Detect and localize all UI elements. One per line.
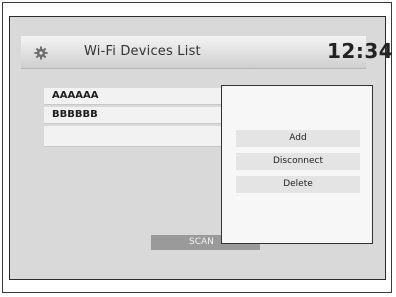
title-bar: Wi-Fi Devices List 12:34 xyxy=(21,36,393,69)
device-row-2[interactable]: BBBBBB xyxy=(44,107,229,124)
add-menu-item[interactable]: Add xyxy=(236,130,360,147)
device-row-3[interactable] xyxy=(44,126,229,147)
clock: 12:34 xyxy=(327,39,394,63)
context-menu: Add Disconnect Delete xyxy=(221,85,373,244)
gear-icon xyxy=(34,45,48,60)
delete-menu-item[interactable]: Delete xyxy=(236,176,360,193)
page-title: Wi-Fi Devices List xyxy=(84,44,201,59)
device-row-1[interactable]: AAAAAA xyxy=(44,88,229,105)
disconnect-menu-item[interactable]: Disconnect xyxy=(236,153,360,170)
